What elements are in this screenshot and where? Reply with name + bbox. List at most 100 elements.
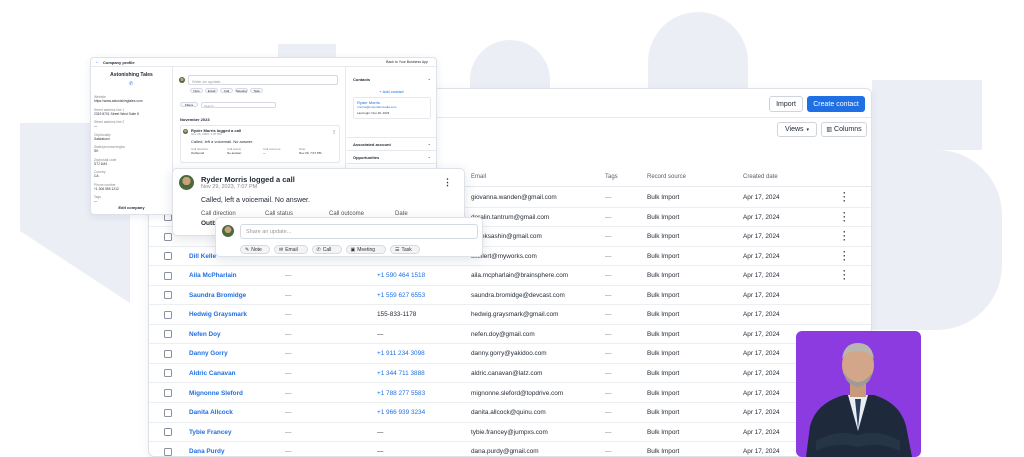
row-source: Bulk Import	[647, 272, 680, 280]
contact-name-link[interactable]: Saundra Bromidge	[189, 292, 246, 299]
contact-name-link[interactable]: Tybie Francey	[189, 429, 232, 436]
bg-shape-5	[872, 150, 1002, 330]
row-phone: —	[377, 330, 384, 338]
row-checkbox[interactable]	[164, 349, 172, 358]
column-header-email: Email	[471, 174, 487, 180]
company-fields: Website https://www.astonishingtales.com S…	[94, 95, 170, 208]
kebab-menu-icon[interactable]: ⋮	[443, 177, 452, 188]
row-phone[interactable]: +1 590 464 1518	[377, 272, 425, 279]
import-button[interactable]: Import	[769, 96, 803, 112]
contact-name-link[interactable]: Hedwig Graysmark	[189, 311, 247, 318]
table-row[interactable]: Mignonne Sleford — +1 788 277 5583 migno…	[149, 384, 871, 403]
update-action-email[interactable]: ✉ Email	[274, 245, 308, 254]
update-action-meeting[interactable]: ▣ Meeting	[345, 245, 386, 254]
row-phone[interactable]: +1 788 277 5583	[377, 390, 425, 397]
row-email: giovanna.wanden@gmail.com	[471, 194, 557, 201]
update-action-note[interactable]: ✎ Note	[240, 245, 270, 254]
row-phone[interactable]: +1 911 234 3098	[377, 350, 425, 357]
table-row[interactable]: Saundra Bromidge — +1 559 627 6553 saund…	[149, 286, 871, 306]
row-created-date: Apr 17, 2024	[743, 194, 780, 201]
table-row[interactable]: Aldric Canavan — +1 344 711 3888 aldric.…	[149, 364, 871, 384]
row-tags: —	[605, 233, 612, 241]
row-source: Bulk Import	[647, 194, 680, 201]
row-email: hedwig.graysmark@gmail.com	[471, 311, 559, 319]
share-update-input[interactable]: Share an update...	[240, 224, 478, 239]
table-row[interactable]: Dana Purdy — — dana.purdy@gmail.com — Bu…	[149, 442, 871, 456]
edit-company-button[interactable]: Edit company	[91, 205, 172, 210]
update-action-task[interactable]: ☰ Task	[390, 245, 420, 254]
chevron-down-icon[interactable]: ⌄	[428, 76, 431, 81]
row-col-company: —	[285, 291, 292, 299]
row-phone: 155-833-1178	[377, 311, 417, 319]
row-checkbox[interactable]	[164, 310, 172, 319]
activity-input[interactable]: Write an update...	[188, 75, 338, 85]
kebab-menu-icon[interactable]: · · ·	[843, 189, 846, 206]
activity-search[interactable]: Search	[201, 102, 276, 108]
contact-name-link[interactable]: Nefen Doy	[189, 331, 221, 338]
side-section-0[interactable]: Associated account ⌄	[347, 137, 436, 149]
create-contact-button[interactable]: Create contact	[807, 96, 865, 112]
activity-month: November 2023	[180, 117, 210, 122]
activity-action-email[interactable]: Email	[205, 88, 218, 93]
row-checkbox[interactable]	[164, 232, 172, 241]
businessman-photo	[796, 331, 921, 457]
row-checkbox[interactable]	[164, 389, 172, 397]
kebab-menu-icon[interactable]: · · ·	[843, 208, 846, 225]
update-action-call[interactable]: ✆ Call	[311, 245, 342, 254]
contact-name-link[interactable]: Aila McPharlain	[189, 272, 237, 279]
call-date: Nov 29, 2023, 7:07 PM	[201, 184, 258, 190]
back-to-app-link[interactable]: Back to Your Business App	[386, 60, 428, 64]
activity-action-note[interactable]: Note	[190, 88, 203, 93]
kebab-menu-icon[interactable]: ⋮	[332, 129, 336, 134]
activity-action-task[interactable]: Task	[250, 88, 263, 93]
row-checkbox[interactable]	[164, 428, 172, 437]
contact-name-link[interactable]: Danny Gorry	[189, 350, 228, 357]
table-row[interactable]: Aila McPharlain — +1 590 464 1518 aila.m…	[149, 266, 871, 286]
row-created-date: Apr 17, 2024	[743, 409, 780, 417]
kebab-menu-icon[interactable]: · · ·	[843, 228, 846, 245]
row-checkbox[interactable]	[164, 408, 172, 417]
activity-action-meeting[interactable]: Meeting	[235, 88, 248, 93]
row-phone[interactable]: +1 344 711 3888	[377, 370, 425, 377]
table-row[interactable]: Hedwig Graysmark — 155-833-1178 hedwig.g…	[149, 305, 871, 325]
contact-email[interactable]: rmorris@mountainmedia.com	[357, 105, 396, 109]
row-checkbox[interactable]	[164, 447, 172, 456]
businessman-illustration	[806, 343, 912, 457]
table-row[interactable]: Danny Gorry — +1 911 234 3098 danny.gorr…	[149, 344, 871, 364]
row-checkbox[interactable]	[164, 291, 172, 300]
kebab-menu-icon[interactable]: · · ·	[843, 267, 846, 284]
row-phone[interactable]: +1 966 939 3234	[377, 409, 425, 416]
row-checkbox[interactable]	[164, 369, 172, 378]
table-row[interactable]: Danita Allcock — +1 966 939 3234 danita.…	[149, 403, 871, 423]
add-contact-button[interactable]: + Add contact	[347, 89, 436, 94]
activity-action-call[interactable]: Call	[220, 88, 233, 93]
entry-field: Call status No answer	[227, 147, 241, 155]
table-row[interactable]: Nefen Doy — — nefen.doy@gmail.com — Bulk…	[149, 325, 871, 345]
kebab-menu-icon[interactable]: · · ·	[843, 247, 846, 264]
table-row[interactable]: Tybie Francey — — tybie.francey@jumpxs.c…	[149, 423, 871, 443]
filters-button[interactable]: Filters	[180, 102, 198, 107]
chevron-down-icon: ⌄	[427, 141, 431, 146]
phone-icon[interactable]: ✆	[129, 81, 133, 87]
columns-button[interactable]: ▥ Columns	[821, 122, 867, 137]
arrow-left-icon[interactable]: ←	[95, 59, 100, 65]
contact-card: Ryder Morris rmorris@mountainmedia.com L…	[353, 97, 431, 119]
row-checkbox[interactable]	[164, 330, 172, 339]
contact-name-link[interactable]: Danita Allcock	[189, 409, 233, 416]
entry-field-value: Nov 26, 7:07 PM	[299, 151, 322, 155]
contact-name-link[interactable]: Mignonne Sleford	[189, 390, 243, 397]
row-checkbox[interactable]	[164, 252, 172, 261]
contact-name-link[interactable]: Dana Purdy	[189, 448, 225, 455]
side-section-1[interactable]: Opportunities ⌄	[347, 150, 436, 162]
avatar	[222, 225, 234, 237]
views-dropdown[interactable]: Views ▾	[777, 122, 817, 137]
row-tags: —	[605, 330, 612, 338]
row-checkbox[interactable]	[164, 271, 172, 280]
contact-name-link[interactable]: Aldric Canavan	[189, 370, 236, 377]
row-col-company: —	[285, 350, 292, 358]
contact-name-link[interactable]: Dill Kelle	[189, 253, 216, 260]
company-profile-title: Company profile	[103, 60, 135, 65]
company-header: ← Company profile Back to Your Business …	[91, 58, 436, 67]
row-phone[interactable]: +1 559 627 6553	[377, 292, 425, 299]
field-value: —	[94, 199, 98, 203]
